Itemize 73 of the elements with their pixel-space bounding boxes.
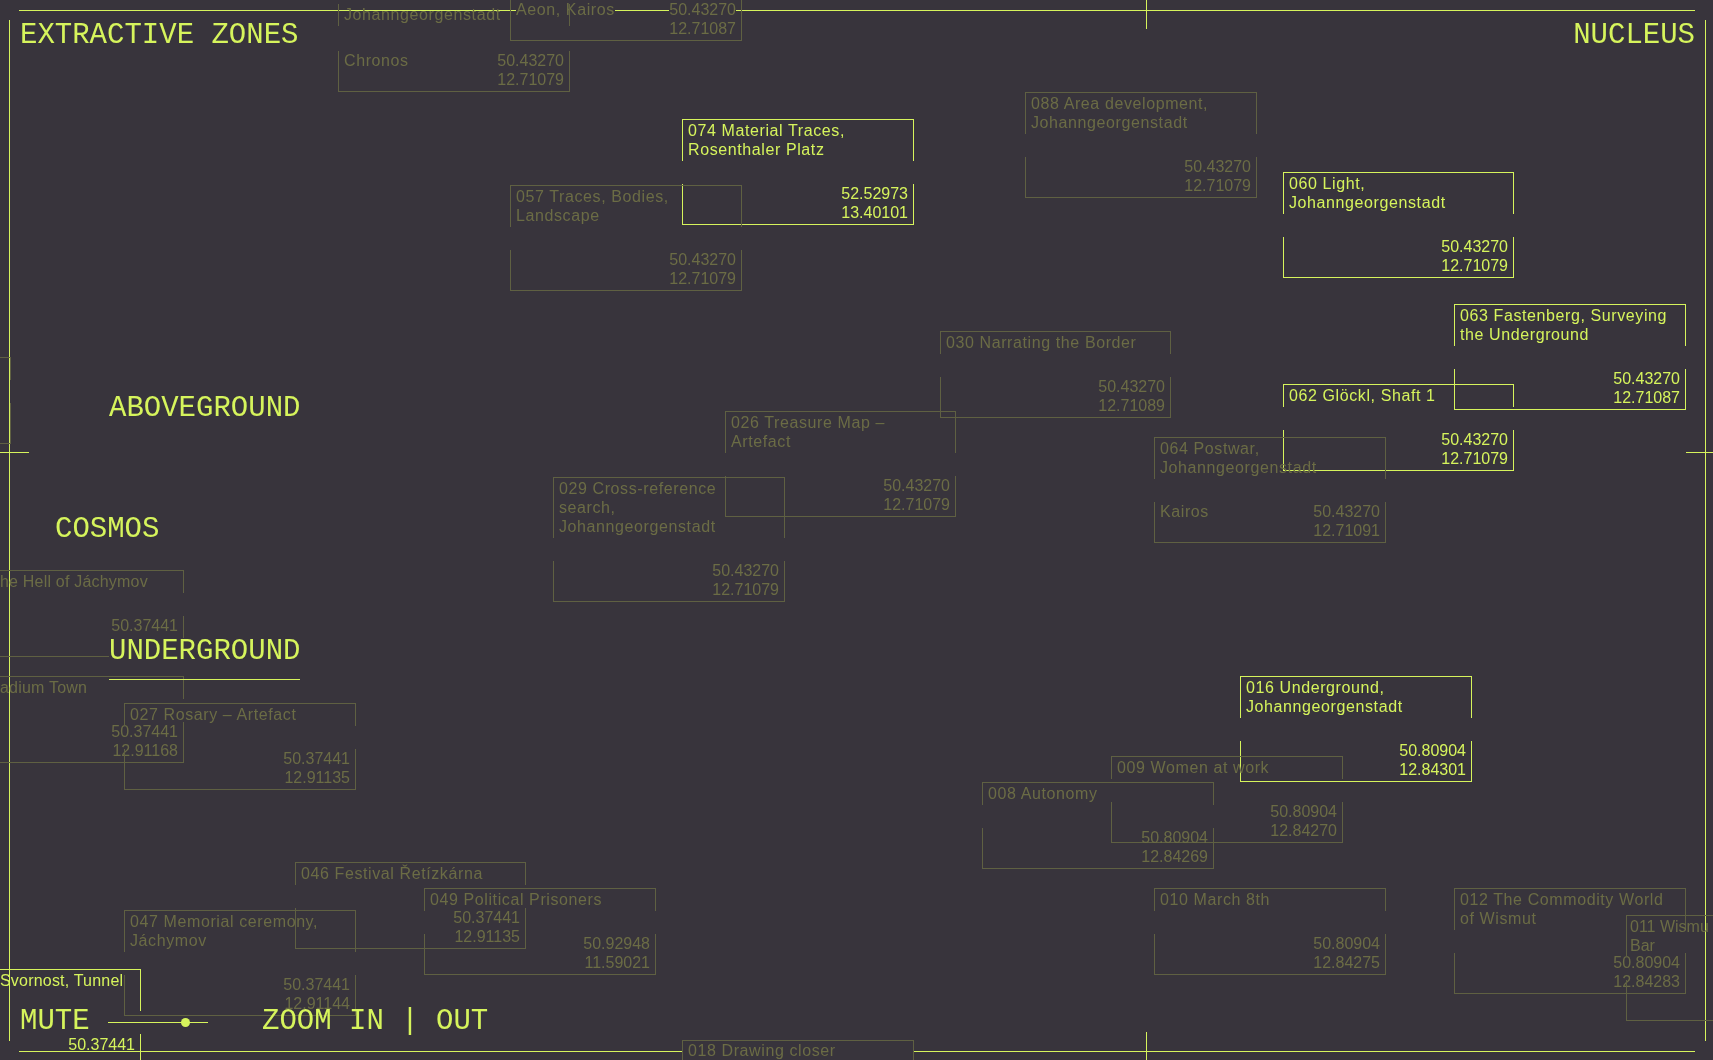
longitude-text: 12.71091 [1313, 523, 1380, 538]
longitude-text: 12.71079 [712, 582, 779, 597]
latitude-text: 50.37441 [111, 724, 178, 739]
node-tag: Chronos [344, 53, 409, 68]
longitude-text: 12.71079 [497, 72, 564, 87]
latitude-text: 50.92948 [583, 936, 650, 951]
node-title[interactable]: 047 Memorial ceremony, Jáchymov [124, 910, 356, 952]
longitude-text: 12.71079 [1441, 258, 1508, 273]
node-title[interactable]: 016 Underground, Johanngeorgenstadt [1240, 676, 1472, 718]
latitude-text: 50.43270 [883, 478, 950, 493]
site-title[interactable]: EXTRACTIVE ZONES [20, 21, 299, 50]
layer-tab[interactable]: UNDERGROUND [109, 637, 301, 680]
latitude-text: 50.43270 [712, 563, 779, 578]
mute-button[interactable]: MUTE [20, 1009, 90, 1033]
longitude-text: 12.71079 [669, 271, 736, 286]
latitude-text: 50.43270 [497, 53, 564, 68]
node-title[interactable]: 008 Autonomy [982, 782, 1214, 805]
node-title[interactable]: 027 Rosary – Artefact [124, 703, 356, 726]
node-title[interactable]: 064 Postwar, Johanngeorgenstadt [1154, 437, 1386, 479]
node-title[interactable]: 057 Traces, Bodies, Landscape [510, 185, 742, 227]
latitude-text: 50.43270 [1098, 379, 1165, 394]
latitude-text: 50.80904 [1141, 830, 1208, 845]
latitude-text: 50.80904 [1613, 955, 1680, 970]
longitude-text: 12.84275 [1313, 955, 1380, 970]
longitude-text: 12.71079 [1441, 451, 1508, 466]
latitude-text: 50.37441 [111, 618, 178, 633]
node-title[interactable]: 074 Material Traces, Rosenthaler Platz [682, 119, 914, 161]
node-title[interactable]: 018 Drawing closer [682, 1040, 914, 1060]
latitude-text: 50.43270 [1441, 239, 1508, 254]
latitude-text: 50.80904 [1313, 936, 1380, 951]
node-title[interactable]: 029 Cross-reference search, Johanngeorgenstadt [553, 477, 785, 538]
longitude-text: 13.40101 [841, 205, 908, 220]
longitude-text: 11.59021 [584, 955, 650, 970]
node-title[interactable]: 030 Narrating the Border [940, 331, 1171, 354]
node-title[interactable]: 010 March 8th [1154, 888, 1386, 911]
latitude-text: 50.43270 [669, 2, 736, 17]
node-title[interactable]: 063 Fastenberg, Surveying the Underground [1454, 304, 1686, 346]
node-title[interactable]: 088 Area development, Johanngeorgenstadt [1025, 92, 1257, 134]
latitude-text: 50.80904 [1399, 743, 1466, 758]
latitude-text: 50.43270 [1441, 432, 1508, 447]
longitude-text: 12.84301 [1399, 762, 1466, 777]
slider-thumb[interactable] [180, 1018, 190, 1028]
longitude-text: 12.71087 [1613, 390, 1680, 405]
latitude-text: 50.43270 [1313, 504, 1380, 519]
latitude-text: 50.37441 [283, 751, 350, 766]
node-title[interactable]: 049 Political Prisoners [424, 888, 656, 911]
longitude-text: 12.91135 [454, 929, 520, 944]
latitude-text: 50.37441 [68, 1038, 135, 1052]
zoom-in-button[interactable]: ZOOM IN [262, 1009, 384, 1033]
node-title[interactable]: 026 Treasure Map – Artefact [725, 411, 956, 453]
latitude-text: 50.37441 [283, 977, 350, 992]
latitude-text: 50.43270 [1613, 371, 1680, 386]
latitude-text: 52.52973 [841, 186, 908, 201]
longitude-text: 12.71079 [1184, 178, 1251, 193]
longitude-text: 12.71079 [883, 497, 950, 512]
separator-text: | [401, 1009, 419, 1037]
longitude-text: 12.84283 [1613, 974, 1680, 989]
node-title[interactable]: 060 Light, Johanngeorgenstadt [1283, 172, 1514, 214]
longitude-text: 12.91168 [112, 743, 178, 758]
longitude-text: 12.84269 [1141, 849, 1208, 864]
latitude-text: 50.43270 [1184, 159, 1251, 174]
longitude-text: 12.84270 [1270, 823, 1337, 838]
nav-link[interactable]: NUCLEUS [1573, 21, 1695, 50]
zoom-out-button[interactable]: OUT [436, 1009, 489, 1033]
node-title[interactable]: 062 Glöckl, Shaft 1 [1283, 384, 1514, 407]
longitude-text: 12.91135 [284, 770, 350, 785]
node-tag: Kairos [1160, 504, 1209, 519]
longitude-text: 12.71087 [669, 21, 736, 36]
node-title[interactable]: 046 Festival Řetízkárna [295, 862, 526, 885]
latitude-text: 50.43270 [669, 252, 736, 267]
latitude-text: 50.37441 [453, 910, 520, 925]
latitude-text: 50.80904 [1270, 804, 1337, 819]
longitude-text: 12.71089 [1098, 398, 1165, 413]
